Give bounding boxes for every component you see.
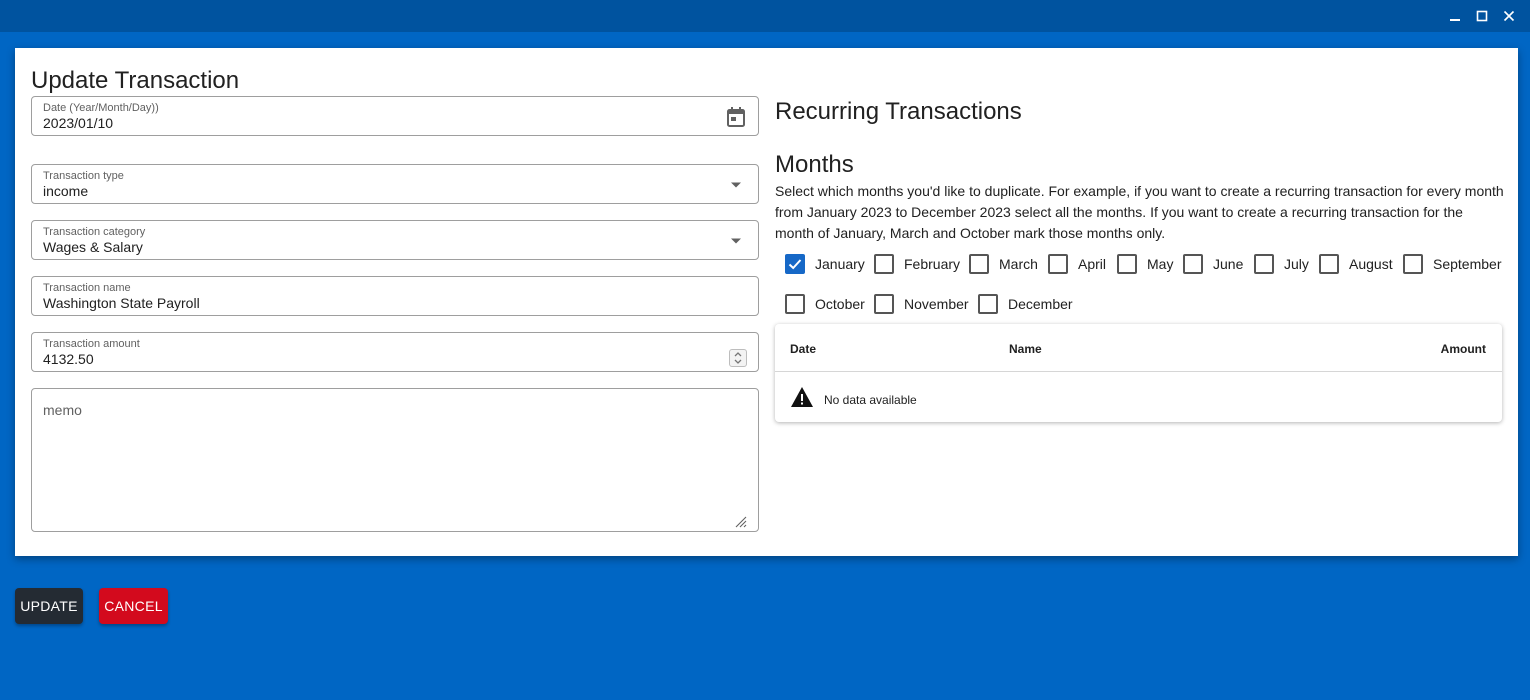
month-checkbox-march[interactable]: March (969, 252, 1038, 276)
month-checkbox-july[interactable]: July (1254, 252, 1309, 276)
transaction-amount-field[interactable]: Transaction amount 4132.50 (31, 332, 759, 372)
warning-icon (790, 386, 814, 413)
close-icon[interactable] (1500, 7, 1518, 25)
recurring-transactions-table: Date Name Amount No data available (775, 324, 1502, 422)
date-field-value: 2023/01/10 (43, 115, 114, 131)
checkbox-unchecked-icon[interactable] (1048, 254, 1068, 274)
month-checkbox-april[interactable]: April (1048, 252, 1106, 276)
transaction-type-select[interactable]: Transaction type income (31, 164, 759, 204)
checkbox-unchecked-icon[interactable] (1117, 254, 1137, 274)
memo-textarea[interactable]: memo (31, 388, 759, 532)
transaction-name-value: Washington State Payroll (43, 295, 200, 311)
month-label: August (1349, 256, 1393, 272)
month-label: December (1008, 296, 1073, 312)
resize-grip-icon[interactable] (733, 514, 747, 528)
transaction-name-field[interactable]: Transaction name Washington State Payrol… (31, 276, 759, 316)
month-label: November (904, 296, 969, 312)
checkbox-unchecked-icon[interactable] (785, 294, 805, 314)
transaction-amount-label: Transaction amount (43, 338, 140, 350)
maximize-icon[interactable] (1473, 7, 1491, 25)
month-checkbox-november[interactable]: November (874, 292, 969, 316)
month-label: February (904, 256, 961, 272)
month-checkbox-september[interactable]: September (1403, 252, 1501, 276)
month-label: January (815, 256, 865, 272)
month-label: April (1078, 256, 1107, 272)
checkbox-unchecked-icon[interactable] (874, 294, 894, 314)
dialog-title: Update Transaction (31, 67, 240, 94)
month-label: July (1284, 256, 1309, 272)
transaction-type-value: income (43, 183, 89, 199)
month-checkbox-may[interactable]: May (1117, 252, 1173, 276)
month-checkbox-august[interactable]: August (1319, 252, 1393, 276)
column-header-name[interactable]: Name (1009, 342, 1042, 356)
month-label: June (1213, 256, 1244, 272)
recurring-transactions-title: Recurring Transactions (775, 98, 1022, 125)
checkbox-checked-icon[interactable] (785, 254, 805, 274)
chevron-down-icon[interactable] (724, 229, 748, 253)
column-header-amount[interactable]: Amount (1441, 342, 1486, 356)
calendar-icon[interactable] (724, 105, 748, 129)
cancel-button[interactable]: CANCEL (99, 588, 168, 624)
checkbox-unchecked-icon[interactable] (1319, 254, 1339, 274)
chevron-down-icon[interactable] (724, 173, 748, 197)
transaction-type-label: Transaction type (43, 170, 124, 182)
transaction-category-select[interactable]: Transaction category Wages & Salary (31, 220, 759, 260)
month-checkbox-june[interactable]: June (1183, 252, 1243, 276)
column-header-date[interactable]: Date (790, 342, 816, 356)
stepper-icon[interactable] (729, 349, 747, 367)
transaction-category-label: Transaction category (43, 226, 146, 238)
month-label: October (815, 296, 865, 312)
checkbox-unchecked-icon[interactable] (1403, 254, 1423, 274)
checkbox-unchecked-icon[interactable] (874, 254, 894, 274)
transaction-name-label: Transaction name (43, 282, 131, 294)
update-button[interactable]: UPDATE (15, 588, 83, 624)
date-field[interactable]: Date (Year/Month/Day)) 2023/01/10 (31, 96, 759, 136)
table-empty-row: No data available (790, 386, 917, 413)
checkbox-unchecked-icon[interactable] (1183, 254, 1203, 274)
month-checkbox-december[interactable]: December (978, 292, 1073, 316)
update-transaction-dialog: Update Transaction Date (Year/Month/Day)… (15, 48, 1518, 556)
months-title: Months (775, 151, 854, 178)
checkbox-unchecked-icon[interactable] (1254, 254, 1274, 274)
month-checkbox-october[interactable]: October (785, 292, 865, 316)
transaction-amount-value: 4132.50 (43, 351, 94, 367)
table-header: Date Name Amount (775, 324, 1502, 372)
month-label: March (999, 256, 1038, 272)
transaction-category-value: Wages & Salary (43, 239, 143, 255)
month-label: May (1147, 256, 1174, 272)
minimize-icon[interactable] (1446, 7, 1464, 25)
month-label: September (1433, 256, 1502, 272)
checkbox-unchecked-icon[interactable] (969, 254, 989, 274)
month-checkbox-february[interactable]: February (874, 252, 960, 276)
memo-placeholder: memo (43, 402, 82, 418)
months-description: Select which months you'd like to duplic… (775, 183, 1504, 241)
date-field-label: Date (Year/Month/Day)) (43, 102, 159, 114)
window-titlebar (0, 0, 1530, 32)
month-checkbox-january[interactable]: January (785, 252, 865, 276)
checkbox-unchecked-icon[interactable] (978, 294, 998, 314)
empty-message: No data available (824, 392, 917, 407)
